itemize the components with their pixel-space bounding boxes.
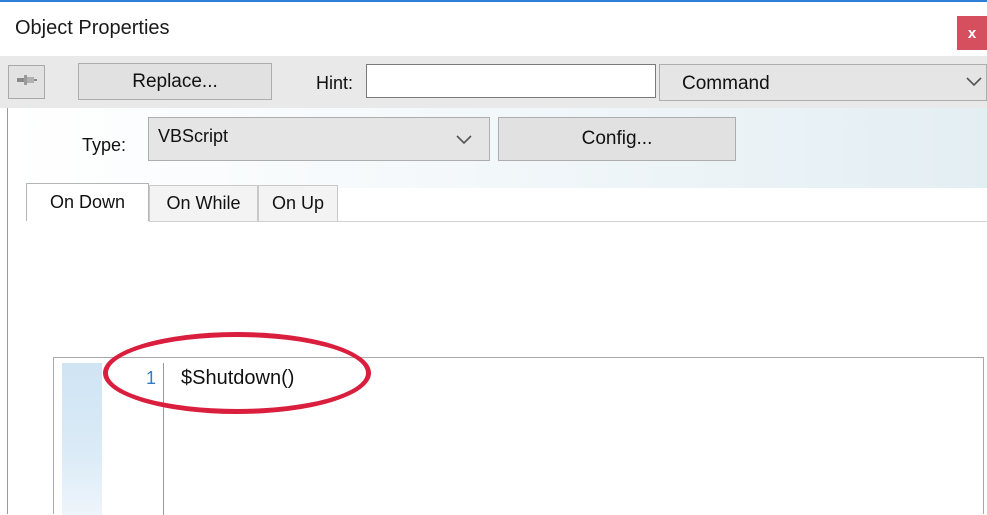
config-button-label: Config... (581, 128, 653, 149)
hint-label: Hint: (316, 73, 354, 93)
type-dropdown-value: VBScript (158, 126, 229, 146)
toolbar: Replace... Hint: Command (0, 56, 987, 108)
window-title: Object Properties (15, 17, 170, 39)
type-label: Type: (82, 135, 127, 155)
tab-label: On Up (271, 193, 325, 213)
hint-input[interactable] (366, 64, 656, 98)
tab-label: On Down (49, 192, 126, 212)
chevron-down-icon (966, 77, 982, 87)
line-number-divider (163, 363, 164, 515)
line-number: 1 (146, 368, 157, 388)
editor-gutter (62, 363, 102, 515)
pin-icon (16, 73, 38, 92)
replace-button-label: Replace... (132, 70, 218, 92)
code-line[interactable]: $Shutdown() (181, 367, 294, 390)
type-dropdown[interactable]: VBScript (148, 117, 490, 161)
tab-on-down[interactable]: On Down (26, 183, 149, 221)
replace-button[interactable]: Replace... (78, 63, 272, 100)
command-dropdown-value: Command (682, 73, 770, 94)
tab-divider (149, 221, 987, 222)
tab-on-while[interactable]: On While (149, 185, 258, 221)
command-dropdown[interactable]: Command (659, 64, 987, 101)
tab-on-up[interactable]: On Up (258, 185, 338, 221)
tab-label: On While (166, 193, 241, 213)
pin-button[interactable] (8, 65, 45, 99)
properties-panel: Type: VBScript Config... On Down On Whil… (7, 108, 987, 515)
config-button[interactable]: Config... (498, 117, 736, 161)
close-button[interactable]: x (957, 16, 987, 50)
title-bar: Object Properties x (0, 0, 987, 56)
chevron-down-icon (456, 135, 472, 145)
script-editor[interactable]: 1 $Shutdown() (53, 357, 984, 515)
close-icon: x (967, 24, 977, 42)
